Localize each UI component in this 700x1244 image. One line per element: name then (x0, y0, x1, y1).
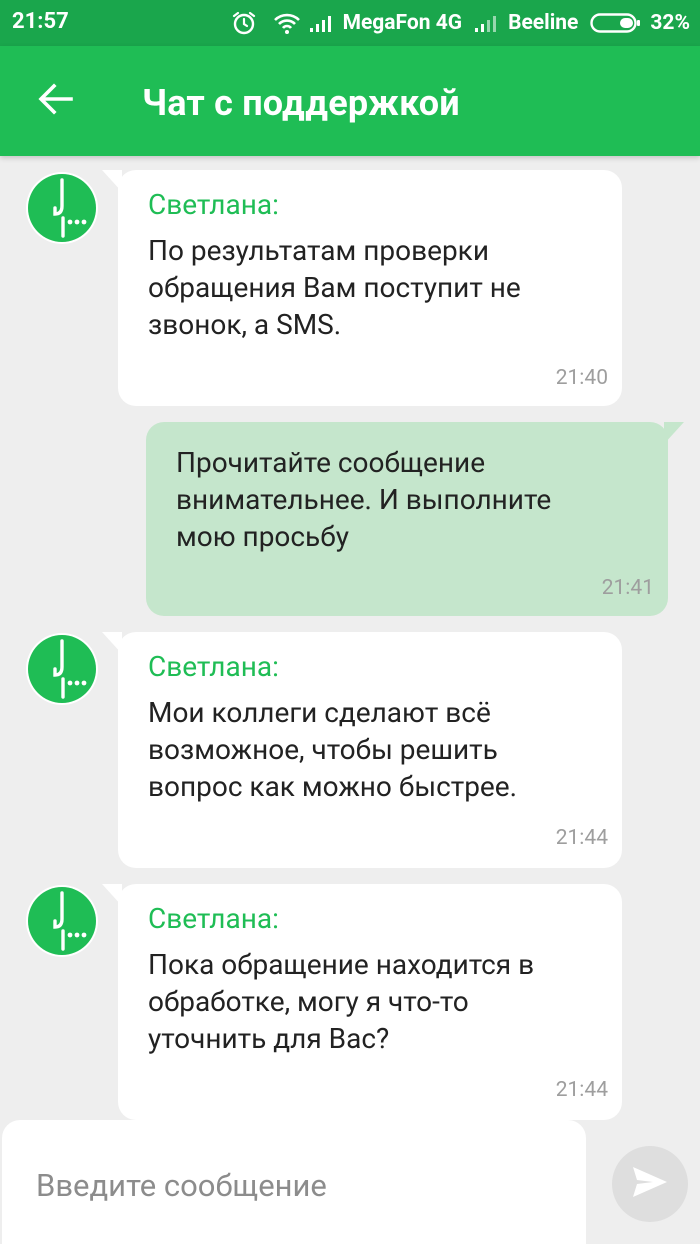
message-composer (0, 1120, 700, 1244)
send-icon (631, 1165, 669, 1203)
page-title: Чат с поддержкой (142, 82, 460, 124)
signal-icon (474, 13, 500, 33)
message-text: Пока обращение находится в обработке, мо… (148, 948, 535, 1055)
megafon-logo-avatar (26, 172, 98, 244)
megafon-logo-avatar (26, 633, 98, 705)
message-time: 21:44 (555, 826, 608, 850)
message-text: По результатам проверки обращения Вам по… (148, 234, 521, 341)
battery-icon (590, 12, 642, 34)
carrier-1-label: MegaFon 4G (342, 11, 463, 35)
megafon-logo-avatar (26, 885, 98, 957)
wifi-icon (273, 11, 301, 35)
battery-percent: 32% (650, 11, 690, 35)
message-time: 21:41 (601, 576, 654, 600)
message-sender: Светлана: (148, 188, 279, 221)
incoming-message-bubble: Светлана: Пока обращение находится в обр… (102, 884, 622, 1120)
outgoing-message-bubble: Прочитайте сообщение внимательнее. И вып… (146, 422, 684, 616)
message-input[interactable] (36, 1160, 556, 1210)
status-bar: 21:57 MegaFon 4G Beeline 32% (0, 0, 700, 46)
back-button[interactable] (30, 76, 80, 126)
carrier-2-label: Beeline (508, 11, 579, 35)
signal-icon (309, 13, 335, 33)
incoming-message-bubble: Светлана: Мои коллеги сделают всё возмож… (102, 632, 622, 868)
chat-message-list[interactable]: Светлана: По результатам проверки обраще… (0, 156, 700, 1120)
message-time: 21:44 (555, 1078, 608, 1102)
send-button[interactable] (612, 1146, 688, 1222)
alarm-icon (231, 10, 257, 36)
arrow-left-icon (37, 83, 73, 119)
message-text: Прочитайте сообщение внимательнее. И вып… (176, 446, 552, 553)
app-bar: Чат с поддержкой (0, 46, 700, 156)
message-sender: Светлана: (148, 902, 279, 935)
message-sender: Светлана: (148, 650, 279, 683)
incoming-message-bubble: Светлана: По результатам проверки обраще… (102, 170, 622, 406)
message-text: Мои коллеги сделают всё возможное, чтобы… (148, 696, 517, 803)
status-time: 21:57 (12, 9, 69, 34)
message-input-container (2, 1120, 586, 1244)
message-time: 21:40 (555, 366, 608, 390)
